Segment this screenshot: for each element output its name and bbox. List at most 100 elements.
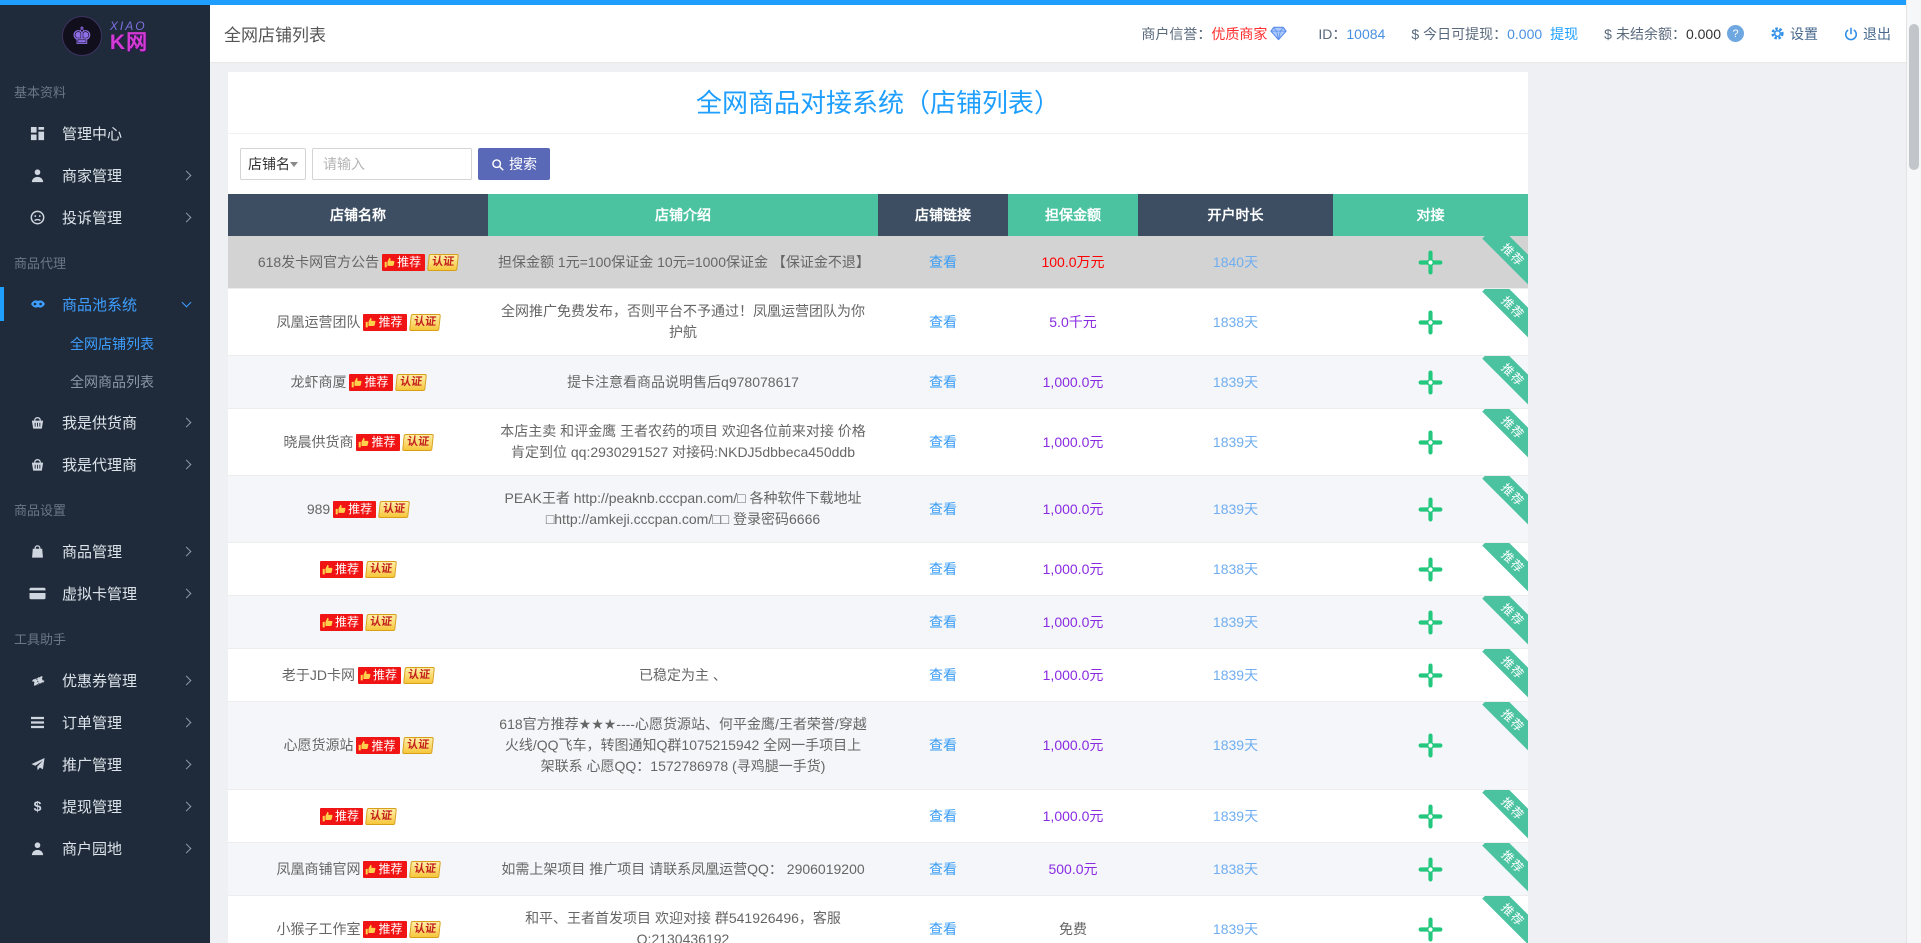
- deposit-amount-cell: 1,000.0元: [1008, 356, 1138, 408]
- shop-link-cell: 查看: [878, 476, 1008, 542]
- sidebar-item-order-mgmt[interactable]: 订单管理: [0, 701, 210, 743]
- view-link[interactable]: 查看: [929, 372, 957, 393]
- table-row: 989推荐认证PEAK王者 http://peaknb.cccpan.com/□…: [228, 476, 1528, 543]
- account-age-cell: 1839天: [1138, 356, 1333, 408]
- shop-link-cell: 查看: [878, 409, 1008, 475]
- shop-name-cell: 凤凰运营团队推荐认证: [228, 289, 488, 355]
- connect-icon[interactable]: [1417, 662, 1444, 689]
- account-age-cell: 1839天: [1138, 702, 1333, 789]
- chevron-right-icon: [182, 717, 192, 727]
- view-link[interactable]: 查看: [929, 252, 957, 273]
- sidebar-item-label: 虚拟卡管理: [62, 583, 137, 604]
- sidebar-item-label: 我是代理商: [62, 454, 137, 475]
- sidebar-item-agent[interactable]: 我是代理商: [0, 443, 210, 485]
- sidebar-item-virtual-card-mgmt[interactable]: 虚拟卡管理: [0, 572, 210, 614]
- deposit-amount-cell: 500.0元: [1008, 843, 1138, 895]
- sidebar-section-label: 基本资料: [0, 67, 210, 112]
- table-row: 618发卡网官方公告推荐认证担保金额 1元=100保证金 10元=1000保证金…: [228, 236, 1528, 289]
- connect-icon[interactable]: [1417, 429, 1444, 456]
- app-logo: ♚ XIAO K网: [0, 5, 210, 67]
- connect-icon[interactable]: [1417, 496, 1444, 523]
- search-field-select[interactable]: 店铺名: [240, 148, 306, 180]
- power-icon: [1844, 27, 1858, 41]
- view-link[interactable]: 查看: [929, 859, 957, 880]
- recommend-badge: 推荐: [320, 614, 363, 631]
- view-link[interactable]: 查看: [929, 612, 957, 633]
- shop-name: 618发卡网官方公告: [258, 252, 379, 273]
- connect-icon[interactable]: [1417, 369, 1444, 396]
- sidebar-item-promotion-mgmt[interactable]: 推广管理: [0, 743, 210, 785]
- view-link[interactable]: 查看: [929, 919, 957, 940]
- merchant-id-value: 10084: [1346, 26, 1385, 42]
- withdraw-link[interactable]: 提现: [1550, 24, 1578, 44]
- search-button[interactable]: 搜索: [478, 148, 550, 180]
- logo-king-icon: ♚: [62, 16, 102, 56]
- vertical-scrollbar[interactable]: [1906, 0, 1921, 943]
- dock-cell: [1333, 790, 1528, 842]
- connect-icon[interactable]: [1417, 556, 1444, 583]
- connect-icon[interactable]: [1417, 309, 1444, 336]
- deposit-amount-cell: 1,000.0元: [1008, 409, 1138, 475]
- recommend-badge: 推荐: [363, 921, 406, 938]
- connect-icon[interactable]: [1417, 856, 1444, 883]
- sidebar-section-label: 商品代理: [0, 238, 210, 283]
- shop-name: 心愿货源站: [283, 735, 353, 756]
- top-accent-strip: [0, 0, 1921, 5]
- sidebar-item-supplier[interactable]: 我是供货商: [0, 401, 210, 443]
- shop-link-cell: 查看: [878, 702, 1008, 789]
- sidebar-item-complaint-mgmt[interactable]: 投诉管理: [0, 196, 210, 238]
- connect-icon[interactable]: [1417, 732, 1444, 759]
- shop-link-cell: 查看: [878, 596, 1008, 648]
- shop-desc-cell: 提卡注意看商品说明售后q978078617: [488, 356, 878, 408]
- sidebar-item-merchant-mgmt[interactable]: 商家管理: [0, 154, 210, 196]
- basket-icon: [28, 457, 47, 472]
- reputation-label: 商户信誉：: [1141, 24, 1211, 44]
- shop-name-cell: 老于JD卡网推荐认证: [228, 649, 488, 701]
- column-header: 担保金额: [1008, 194, 1138, 236]
- main-area: 全网店铺列表 商户信誉： 优质商家 ID： 10084 $ 今日可提现： 0.0…: [210, 0, 1921, 943]
- sidebar-nav: 基本资料管理中心商家管理投诉管理商品代理商品池系统全网店铺列表全网商品列表我是供…: [0, 67, 210, 869]
- settings-button[interactable]: 设置: [1770, 24, 1818, 44]
- sidebar-item-coupon-mgmt[interactable]: 优惠券管理: [0, 659, 210, 701]
- search-input[interactable]: [312, 148, 472, 180]
- view-link[interactable]: 查看: [929, 806, 957, 827]
- sidebar-subitem[interactable]: 全网店铺列表: [0, 325, 210, 363]
- account-age-cell: 1838天: [1138, 843, 1333, 895]
- sidebar-item-admin-center[interactable]: 管理中心: [0, 112, 210, 154]
- view-link[interactable]: 查看: [929, 735, 957, 756]
- connect-icon[interactable]: [1417, 916, 1444, 943]
- view-link[interactable]: 查看: [929, 499, 957, 520]
- table-header: 店铺名称店铺介绍店铺链接担保金额开户时长对接: [228, 194, 1528, 236]
- shop-link-cell: 查看: [878, 543, 1008, 595]
- scrollbar-thumb[interactable]: [1909, 24, 1919, 170]
- chevron-right-icon: [182, 801, 192, 811]
- shop-link-cell: 查看: [878, 843, 1008, 895]
- help-icon[interactable]: ?: [1727, 25, 1744, 42]
- sidebar-item-withdraw-mgmt[interactable]: $提现管理: [0, 785, 210, 827]
- certified-badge: 认证: [365, 808, 397, 825]
- sidebar-item-merchant-garden[interactable]: 商户园地: [0, 827, 210, 869]
- table-row: 老于JD卡网推荐认证已稳定为主 、查看1,000.0元1839天推荐: [228, 649, 1528, 702]
- table-row: 推荐认证查看1,000.0元1839天推荐: [228, 790, 1528, 843]
- recommend-badge: 推荐: [363, 861, 406, 878]
- view-link[interactable]: 查看: [929, 312, 957, 333]
- shop-desc-cell: 如需上架项目 推广项目 请联系凤凰运营QQ： 2906019200: [488, 843, 878, 895]
- connect-icon[interactable]: [1417, 249, 1444, 276]
- reputation-value: 优质商家: [1211, 24, 1267, 44]
- view-link[interactable]: 查看: [929, 559, 957, 580]
- account-age-cell: 1838天: [1138, 543, 1333, 595]
- connect-icon[interactable]: [1417, 609, 1444, 636]
- sidebar-item-product-mgmt[interactable]: 商品管理: [0, 530, 210, 572]
- view-link[interactable]: 查看: [929, 665, 957, 686]
- shop-name-cell: 推荐认证: [228, 790, 488, 842]
- view-link[interactable]: 查看: [929, 432, 957, 453]
- sidebar-subitem[interactable]: 全网商品列表: [0, 363, 210, 401]
- connect-icon[interactable]: [1417, 803, 1444, 830]
- column-header: 店铺介绍: [488, 194, 878, 236]
- dock-cell: [1333, 843, 1528, 895]
- chevron-right-icon: [182, 675, 192, 685]
- logout-button[interactable]: 退出: [1844, 24, 1891, 44]
- recommend-badge: 推荐: [356, 737, 399, 754]
- deposit-amount-cell: 1,000.0元: [1008, 790, 1138, 842]
- sidebar-item-product-pool[interactable]: 商品池系统: [0, 283, 210, 325]
